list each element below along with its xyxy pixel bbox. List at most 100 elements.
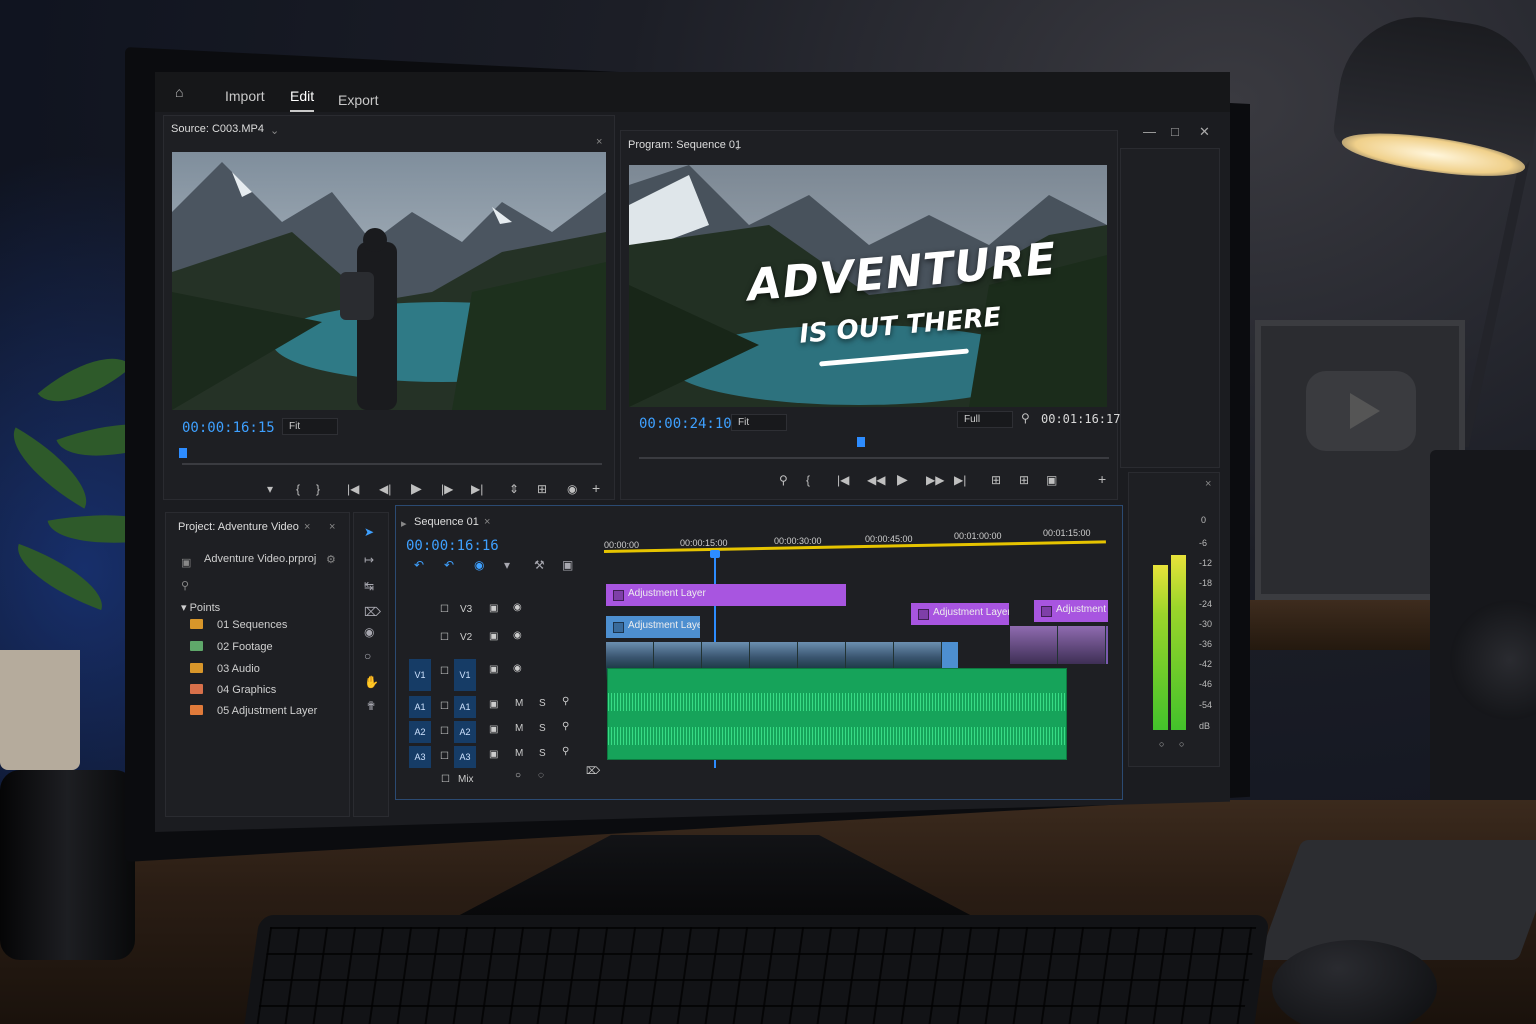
solo-right-icon[interactable]: ○ — [1179, 739, 1184, 749]
source-patch-a2[interactable]: A2 — [409, 721, 431, 743]
menu-export[interactable]: Export — [338, 92, 378, 108]
panel-menu-icon[interactable]: × — [329, 521, 335, 533]
eye-icon[interactable]: ◉ — [513, 602, 522, 613]
go-to-out-icon[interactable]: ▶| — [954, 473, 966, 487]
mic-icon[interactable]: ⚲ — [562, 696, 569, 707]
type-tool-icon[interactable]: ✟ — [366, 699, 376, 713]
playhead-handle[interactable] — [710, 550, 720, 558]
snap-icon[interactable]: ↶ — [414, 558, 424, 572]
slip-tool-icon[interactable]: ◉ — [364, 625, 374, 639]
add-button-icon[interactable]: + — [592, 480, 600, 496]
hand-tool-icon[interactable]: ✋ — [364, 675, 379, 689]
solo-left-icon[interactable]: ○ — [1159, 739, 1164, 749]
razor-tool-icon[interactable]: ⌦ — [364, 605, 381, 619]
close-icon[interactable]: × — [1205, 478, 1211, 490]
track-v1-label[interactable]: V1 — [454, 659, 476, 691]
project-item[interactable]: 02 Footage — [190, 641, 273, 661]
export-frame-icon[interactable]: ▣ — [1046, 473, 1057, 487]
go-to-out-icon[interactable]: ▶| — [471, 482, 483, 496]
sync-lock-icon[interactable]: ▣ — [489, 724, 498, 735]
program-timecode[interactable]: 00:00:24:10 — [639, 416, 732, 432]
video-clip-v1[interactable] — [1010, 626, 1108, 664]
menu-edit[interactable]: Edit — [290, 88, 315, 112]
track-a1-label[interactable]: A1 — [454, 696, 476, 718]
source-patch-a1[interactable]: A1 — [409, 696, 431, 718]
lock-icon[interactable]: ☐ — [440, 701, 449, 712]
sync-lock-icon[interactable]: ▣ — [489, 749, 498, 760]
extract-icon[interactable]: ⊞ — [1019, 473, 1029, 487]
eye-icon[interactable]: ◉ — [513, 630, 522, 641]
source-title[interactable]: Source: C003.MP4 — [171, 123, 264, 135]
wrench-icon[interactable]: ⚲ — [1021, 411, 1030, 425]
sync-lock-icon[interactable]: ▣ — [489, 699, 498, 710]
program-title[interactable]: Program: Sequence 01 — [628, 139, 741, 151]
solo-button[interactable]: S — [539, 698, 546, 709]
mic-icon[interactable]: ⚲ — [562, 721, 569, 732]
step-forward-icon[interactable]: |▶ — [441, 482, 453, 496]
sync-lock-icon[interactable]: ▣ — [489, 631, 498, 642]
mix-track-label[interactable]: Mix — [458, 774, 474, 785]
program-scrubber[interactable] — [639, 457, 1109, 459]
adjustment-layer-clip[interactable]: Adjustment La — [1034, 600, 1108, 622]
step-forward-icon[interactable]: ▶▶ — [926, 473, 944, 487]
solo-button[interactable]: S — [539, 748, 546, 759]
adjustment-layer-clip[interactable]: Adjustment Layer — [606, 616, 700, 638]
ripple-edit-tool-icon[interactable]: ↹ — [364, 579, 374, 593]
lock-icon[interactable]: ☐ — [440, 751, 449, 762]
solo-button[interactable]: S — [539, 723, 546, 734]
source-scrubber[interactable] — [182, 463, 602, 465]
mic-icon[interactable]: ⚲ — [562, 746, 569, 757]
selection-tool-icon[interactable]: ➤ — [364, 525, 374, 539]
chevron-down-icon[interactable]: ⌄ — [270, 124, 279, 137]
step-back-icon[interactable]: ◀◀ — [867, 473, 885, 487]
go-to-in-icon[interactable]: |◀ — [347, 482, 359, 496]
source-fit-select[interactable]: Fit — [282, 418, 338, 435]
source-viewer[interactable] — [172, 152, 606, 410]
source-patch-v1[interactable]: V1 — [409, 659, 431, 691]
add-button-icon[interactable]: + — [1098, 471, 1106, 487]
track-v3-label[interactable]: V3 — [460, 604, 472, 615]
lock-icon[interactable]: ☐ — [440, 726, 449, 737]
sync-lock-icon[interactable]: ▣ — [489, 664, 498, 675]
panel-menu-icon[interactable]: ▸ — [401, 517, 407, 530]
adjustment-layer-clip[interactable]: Adjustment Layer — [911, 603, 1009, 625]
track-select-tool-icon[interactable]: ↦ — [364, 553, 374, 567]
source-timecode[interactable]: 00:00:16:15 — [182, 420, 275, 436]
mute-button[interactable]: M — [515, 723, 523, 734]
mute-button[interactable]: M — [515, 748, 523, 759]
maximize-icon[interactable]: □ — [1171, 124, 1179, 139]
insert-icon[interactable]: ⇕ — [509, 482, 519, 496]
bin-header[interactable]: ▾ Points — [181, 601, 220, 621]
project-item[interactable]: 03 Audio — [190, 663, 260, 683]
program-quality-select[interactable]: Full — [957, 411, 1013, 428]
source-playhead[interactable] — [179, 448, 187, 458]
expand-tracks-icon[interactable]: ⌦ — [586, 766, 600, 777]
track-a2-label[interactable]: A2 — [454, 721, 476, 743]
project-file-name[interactable]: Adventure Video.prproj — [204, 553, 316, 573]
lock-icon[interactable]: ☐ — [440, 604, 449, 615]
close-icon[interactable]: × — [484, 516, 490, 528]
audio-clip[interactable] — [607, 668, 1067, 760]
export-frame-icon[interactable]: ◉ — [567, 482, 577, 496]
play-icon[interactable]: ▶ — [897, 471, 908, 488]
eye-icon[interactable]: ◉ — [513, 663, 522, 674]
step-back-icon[interactable]: ◀| — [379, 482, 391, 496]
mute-button[interactable]: M — [515, 698, 523, 709]
play-icon[interactable]: ▶ — [411, 480, 422, 497]
overwrite-icon[interactable]: ⊞ — [537, 482, 547, 496]
search-icon[interactable]: ⚲ — [181, 579, 189, 592]
marker-icon[interactable]: ▾ — [504, 558, 510, 572]
menu-import[interactable]: Import — [225, 88, 265, 104]
new-bin-icon[interactable]: ⚙ — [326, 553, 336, 566]
lock-icon[interactable]: ☐ — [441, 774, 450, 785]
track-v2-label[interactable]: V2 — [460, 632, 472, 643]
source-patch-a3[interactable]: A3 — [409, 746, 431, 768]
close-icon[interactable]: × — [596, 136, 602, 148]
lock-icon[interactable]: ☐ — [440, 666, 449, 677]
program-viewer[interactable]: ADVENTURE IS OUT THERE — [629, 165, 1107, 407]
pen-tool-icon[interactable]: ○ — [364, 649, 371, 663]
close-icon[interactable]: ✕ — [1199, 124, 1210, 140]
mark-in-icon[interactable]: { — [296, 482, 300, 496]
mark-out-icon[interactable]: } — [316, 482, 320, 496]
project-item[interactable]: 05 Adjustment Layer — [190, 705, 317, 725]
